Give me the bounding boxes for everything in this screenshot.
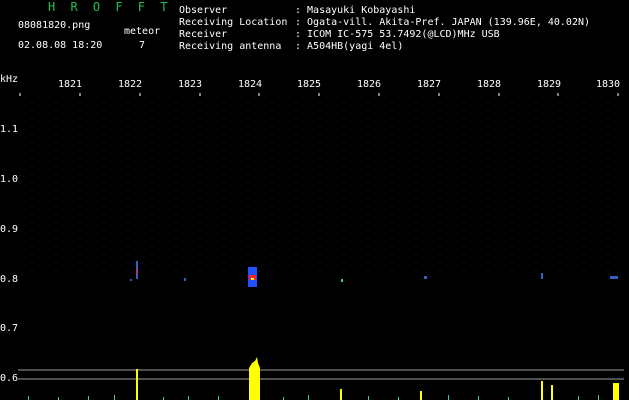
y-tick-0.9: 0.9: [0, 224, 19, 235]
x-tick-1829: 1829: [537, 79, 562, 90]
meteor-echo-main: [248, 267, 257, 287]
antenna-label: Receiving antenna: [179, 41, 282, 52]
app-title: H R O F F T: [48, 0, 172, 14]
y-tick-0.8: 0.8: [0, 274, 19, 285]
meteor-echo: [341, 279, 343, 282]
meteor-echo: [184, 278, 186, 281]
x-tick-1822: 1822: [118, 79, 143, 90]
baseline-bars: [28, 395, 599, 400]
timestamp: 02.08.08 18:20: [18, 40, 103, 51]
meteor-echo: [541, 273, 543, 279]
x-tick-1823: 1823: [178, 79, 203, 90]
x-tick-1827: 1827: [417, 79, 442, 90]
antenna-value: : A504HB(yagi 4el): [295, 41, 404, 52]
x-tick-1828: 1828: [477, 79, 502, 90]
receiver-value: : ICOM IC-575 53.7492(@LCD)MHz USB: [295, 29, 500, 40]
meteor-count-value: 7: [139, 40, 146, 51]
x-tick-1826: 1826: [357, 79, 382, 90]
detection-bar: [136, 369, 138, 400]
y-axis-unit: kHz: [0, 74, 19, 85]
y-tick-0.6: 0.6: [0, 373, 19, 384]
meteor-count-label: meteor: [124, 26, 161, 37]
detection-bar: [613, 383, 619, 400]
detection-bar-main: [249, 357, 260, 400]
spectrogram-plot: [18, 93, 624, 400]
detection-bar: [541, 381, 543, 400]
meteor-echo: [137, 269, 138, 275]
detection-bar: [340, 389, 342, 400]
x-tick-1821: 1821: [58, 79, 83, 90]
y-tick-0.7: 0.7: [0, 323, 19, 334]
y-tick-1.0: 1.0: [0, 174, 19, 185]
x-tick-1830: 1830: [596, 79, 621, 90]
meteor-echo: [610, 276, 618, 279]
x-tick-1824: 1824: [238, 79, 263, 90]
file-name: 08081820.png: [18, 20, 91, 31]
y-tick-1.1: 1.1: [0, 124, 19, 135]
observer-value: : Masayuki Kobayashi: [295, 5, 416, 16]
meteor-echo: [424, 276, 427, 279]
detection-bar: [420, 391, 422, 400]
receiver-label: Receiver: [179, 29, 228, 40]
detection-bar: [551, 385, 553, 400]
x-tick-1825: 1825: [297, 79, 322, 90]
meteor-echo: [130, 279, 132, 281]
noise-background: [18, 93, 624, 273]
location-label: Receiving Location: [179, 17, 288, 28]
location-value: : Ogata-vill. Akita-Pref. JAPAN (139.96E…: [295, 17, 591, 28]
observer-label: Observer: [179, 5, 228, 16]
